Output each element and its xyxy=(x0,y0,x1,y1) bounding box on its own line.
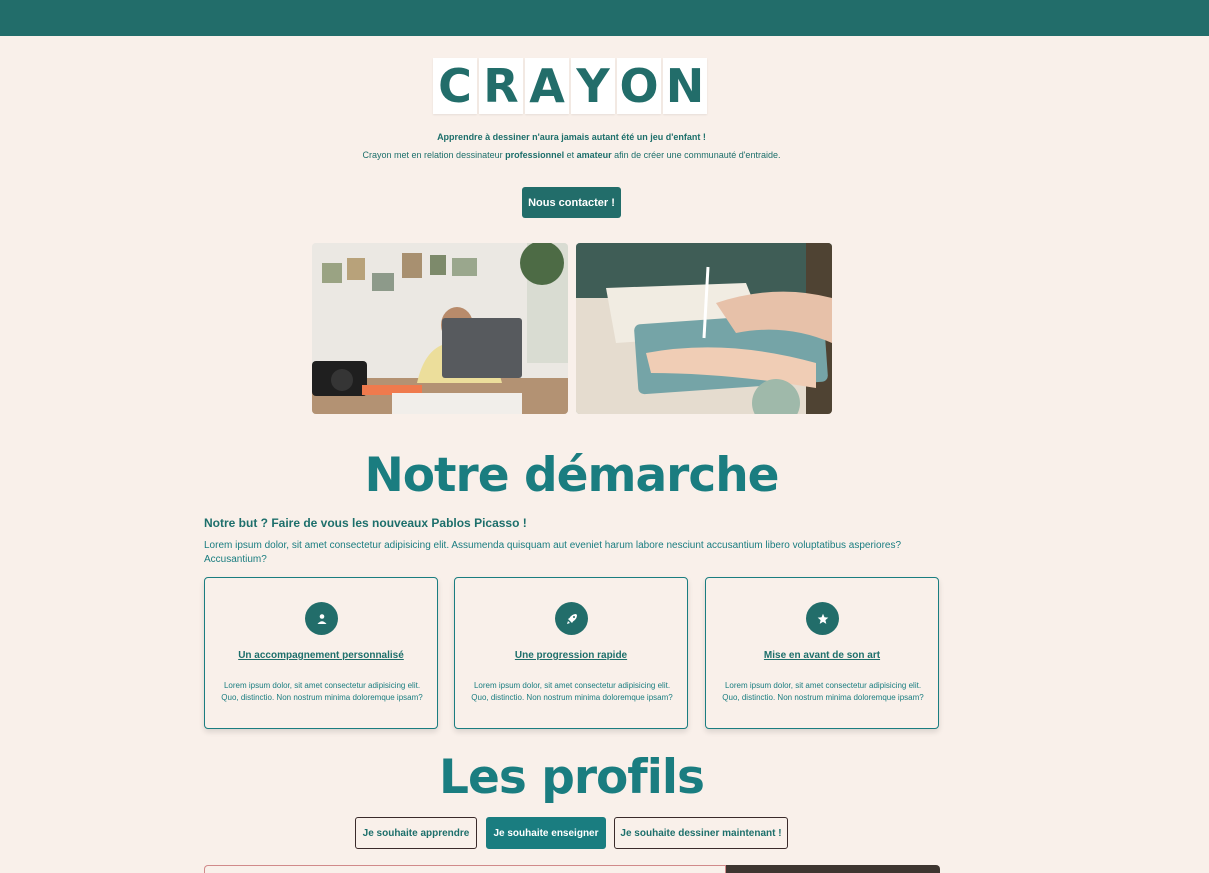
profiles-title: Les profils xyxy=(439,750,705,805)
hero-intro: Crayon met en relation dessinateur profe… xyxy=(0,150,1143,160)
profile-content-card xyxy=(204,865,726,873)
profile-photo xyxy=(726,865,940,873)
hero-photo-drawing-tablet xyxy=(576,243,832,414)
intro-and: et xyxy=(564,150,577,160)
approach-title: Notre démarche xyxy=(364,448,779,503)
feature-card-personalized: Un accompagnement personnalisé Lorem ips… xyxy=(204,577,438,729)
logo-letter-y: Y xyxy=(571,58,615,114)
intro-suffix: afin de créer une communauté d'entraide. xyxy=(611,150,781,160)
user-icon xyxy=(305,602,338,635)
top-bar xyxy=(0,0,1209,36)
logo-letter-a: A xyxy=(525,58,569,114)
logo-letter-r: R xyxy=(479,58,523,114)
contact-button[interactable]: Nous contacter ! xyxy=(522,187,621,218)
logo-letter-c: C xyxy=(433,58,477,114)
feature-card-text: Lorem ipsum dolor, sit amet consectetur … xyxy=(471,681,673,702)
feature-card-progression: Une progression rapide Lorem ipsum dolor… xyxy=(454,577,688,729)
profile-tab-teach[interactable]: Je souhaite enseigner xyxy=(486,817,606,849)
rocket-icon xyxy=(555,602,588,635)
feature-card-title[interactable]: Mise en avant de son art xyxy=(706,650,938,661)
profile-tab-learn[interactable]: Je souhaite apprendre xyxy=(355,817,477,849)
feature-card-title[interactable]: Un accompagnement personnalisé xyxy=(205,650,437,661)
crayon-logo: C R A Y O N xyxy=(433,58,707,114)
feature-card-text: Lorem ipsum dolor, sit amet consectetur … xyxy=(722,681,924,702)
logo-letter-o: O xyxy=(617,58,661,114)
feature-card-text: Lorem ipsum dolor, sit amet consectetur … xyxy=(221,681,423,702)
hero-tagline: Apprendre à dessiner n'aura jamais autan… xyxy=(437,132,706,142)
intro-professional: professionnel xyxy=(505,150,565,160)
feature-card-title[interactable]: Une progression rapide xyxy=(455,650,687,661)
hero-photo-artist-laptop xyxy=(312,243,568,414)
profile-tab-draw-now[interactable]: Je souhaite dessiner maintenant ! xyxy=(614,817,788,849)
logo-letter-n: N xyxy=(663,58,707,114)
approach-text: Lorem ipsum dolor, sit amet consectetur … xyxy=(204,540,902,565)
intro-prefix: Crayon met en relation dessinateur xyxy=(362,150,506,160)
intro-amateur: amateur xyxy=(576,150,612,160)
feature-card-showcase: Mise en avant de son art Lorem ipsum dol… xyxy=(705,577,939,729)
star-icon xyxy=(806,602,839,635)
drawing-tablet-illustration xyxy=(576,243,832,414)
approach-subtitle: Notre but ? Faire de vous les nouveaux P… xyxy=(204,516,527,530)
artist-laptop-illustration xyxy=(312,243,568,414)
